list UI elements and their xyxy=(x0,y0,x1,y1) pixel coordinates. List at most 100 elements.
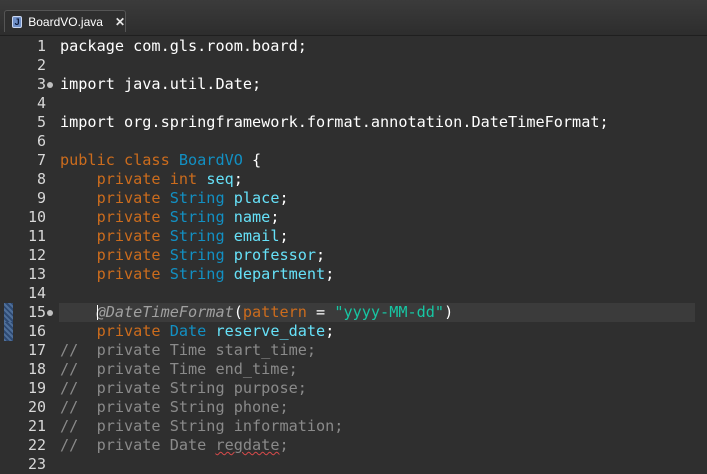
line-number: 19 xyxy=(27,379,46,397)
code-line[interactable]: 6 xyxy=(0,132,707,151)
code-token: // private String phone; xyxy=(60,398,289,416)
code-text: @DateTimeFormat(pattern = "yyyy-MM-dd") xyxy=(60,303,454,322)
code-line[interactable]: 5 import org.springframework.format.annot… xyxy=(0,113,707,132)
tab-boardvo-java[interactable]: J BoardVO.java ✕ xyxy=(4,10,126,32)
fold-toggle-icon[interactable] xyxy=(47,310,53,316)
code-token: "yyyy-MM-dd" xyxy=(334,303,445,321)
line-number: 23 xyxy=(27,455,46,473)
code-text: private Date reserve_date; xyxy=(60,322,335,341)
code-token: private xyxy=(60,246,170,264)
line-number: 3 xyxy=(36,75,46,93)
code-token: String xyxy=(169,265,234,283)
code-text: private String name; xyxy=(60,208,280,227)
line-number: 13 xyxy=(27,265,46,283)
code-token: String xyxy=(169,246,234,264)
line-number: 9 xyxy=(36,189,46,207)
code-line[interactable]: 15 @DateTimeFormat(pattern = "yyyy-MM-dd… xyxy=(0,303,707,322)
code-line[interactable]: 18 // private Time end_time; xyxy=(0,360,707,379)
code-text: private String email; xyxy=(60,227,289,246)
code-token: // private Time start_time; xyxy=(60,341,317,359)
close-icon[interactable]: ✕ xyxy=(115,15,125,29)
line-number: 7 xyxy=(36,151,46,169)
code-token: place xyxy=(233,189,280,207)
line-number: 4 xyxy=(36,94,46,112)
code-line[interactable]: 13 private String department; xyxy=(0,265,707,284)
code-text: private String department; xyxy=(60,265,335,284)
code-text: // private Time end_time; xyxy=(60,360,298,379)
code-token: public class xyxy=(60,151,179,169)
line-number: 2 xyxy=(36,56,46,74)
code-token: pattern xyxy=(242,303,307,321)
code-token: @DateTimeFormat xyxy=(60,303,234,321)
code-text: private int seq; xyxy=(60,170,243,189)
code-line[interactable]: 7 public class BoardVO { xyxy=(0,151,707,170)
code-line[interactable]: 16 private Date reserve_date; xyxy=(0,322,707,341)
code-token: seq xyxy=(206,170,234,188)
code-line[interactable]: 19 // private String purpose; xyxy=(0,379,707,398)
code-text: // private String information; xyxy=(60,417,343,436)
code-line[interactable]: 2 xyxy=(0,56,707,75)
code-line[interactable]: 21 // private String information; xyxy=(0,417,707,436)
code-token: regdate xyxy=(215,436,280,454)
code-token: String xyxy=(169,189,234,207)
code-line[interactable]: 17 // private Time start_time; xyxy=(0,341,707,360)
code-line[interactable]: 1 package com.gls.room.board; xyxy=(0,37,707,56)
code-text: // private Date regdate; xyxy=(60,436,289,455)
line-number: 22 xyxy=(27,436,46,454)
code-line[interactable]: 22 // private Date regdate; xyxy=(0,436,707,455)
code-token: ; xyxy=(279,436,289,454)
line-number: 20 xyxy=(27,398,46,416)
code-line[interactable]: 3 import java.util.Date; xyxy=(0,75,707,94)
code-token: import java.util.Date; xyxy=(60,75,262,93)
code-token: reserve_date xyxy=(215,322,326,340)
code-token: // private Time end_time; xyxy=(60,360,298,378)
code-text: private String professor; xyxy=(60,246,326,265)
code-token: = xyxy=(306,303,335,321)
code-line[interactable]: 23 xyxy=(0,455,707,474)
line-number: 11 xyxy=(27,227,46,245)
code-token: private xyxy=(60,189,170,207)
code-line[interactable]: 14 xyxy=(0,284,707,303)
line-number: 15 xyxy=(27,303,46,321)
code-token: private int xyxy=(60,170,207,188)
code-text: public class BoardVO { xyxy=(60,151,261,170)
code-token: String xyxy=(169,227,234,245)
code-line[interactable]: 20 // private String phone; xyxy=(0,398,707,417)
code-token: ; xyxy=(279,227,289,245)
code-text: package com.gls.room.board; xyxy=(60,37,307,56)
code-line[interactable]: 8 private int seq; xyxy=(0,170,707,189)
code-token: private xyxy=(60,265,170,283)
fold-toggle-icon[interactable] xyxy=(47,82,53,88)
line-number: 1 xyxy=(36,37,46,55)
code-token: ; xyxy=(325,265,335,283)
editor-tab-bar: J BoardVO.java ✕ xyxy=(0,0,707,36)
line-number: 8 xyxy=(36,170,46,188)
code-line[interactable]: 10 private String name; xyxy=(0,208,707,227)
code-text: import org.springframework.format.annota… xyxy=(60,113,609,132)
code-token: String xyxy=(169,208,234,226)
line-number: 6 xyxy=(36,132,46,150)
code-text: private String place; xyxy=(60,189,289,208)
line-number: 14 xyxy=(27,284,46,302)
code-token: // private String purpose; xyxy=(60,379,307,397)
code-line[interactable]: 4 xyxy=(0,94,707,113)
code-token: professor xyxy=(233,246,317,264)
java-file-icon: J xyxy=(12,15,23,28)
code-line[interactable]: 11 private String email; xyxy=(0,227,707,246)
code-line[interactable]: 12 private String professor; xyxy=(0,246,707,265)
code-token: // private String information; xyxy=(60,417,344,435)
code-token: ; xyxy=(316,246,326,264)
code-line[interactable]: 9 private String place; xyxy=(0,189,707,208)
code-token: ; xyxy=(270,208,280,226)
code-token: ( xyxy=(233,303,243,321)
line-number: 21 xyxy=(27,417,46,435)
code-token: import org.springframework.format.annota… xyxy=(60,113,609,131)
code-token: ; xyxy=(325,322,335,340)
code-text: // private String purpose; xyxy=(60,379,307,398)
line-number: 16 xyxy=(27,322,46,340)
tab-title: BoardVO.java xyxy=(28,14,103,29)
code-token: ; xyxy=(279,189,289,207)
code-text: // private String phone; xyxy=(60,398,289,417)
code-editor[interactable]: 1 package com.gls.room.board; 2 3 import jav… xyxy=(0,36,707,474)
code-token: ) xyxy=(444,303,454,321)
